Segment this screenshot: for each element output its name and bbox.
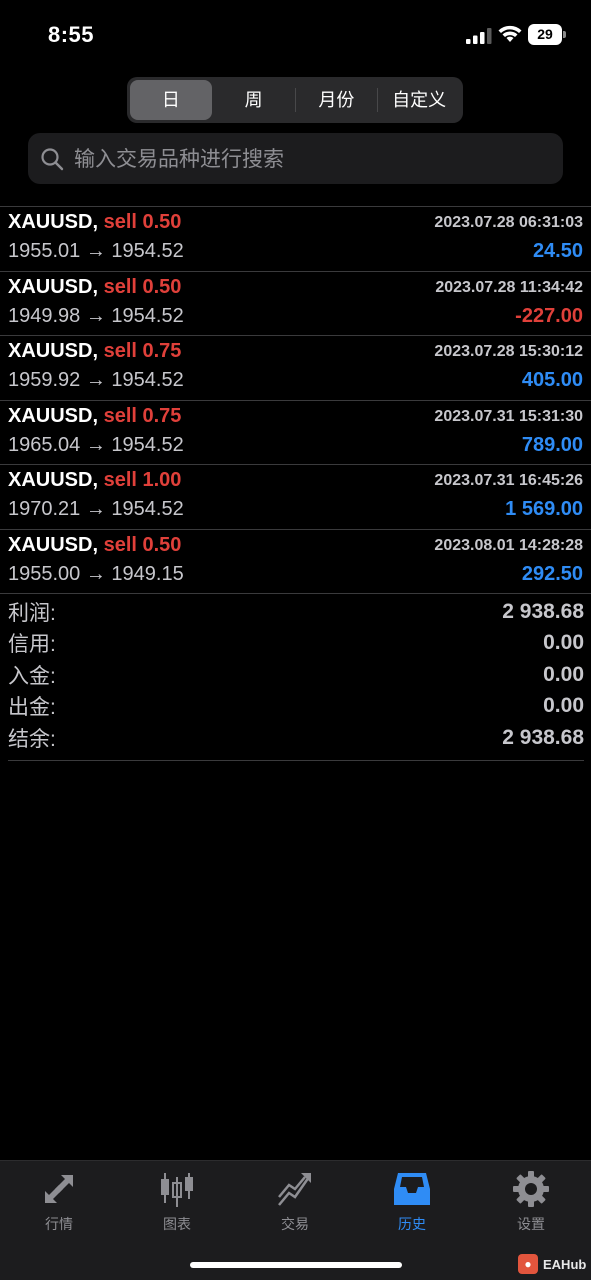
trade-side: sell <box>103 275 137 298</box>
trade-symbol: XAUUSD, <box>8 340 99 362</box>
summary-value: 2 938.68 <box>502 599 584 623</box>
gear-icon <box>513 1171 549 1207</box>
trade-title: XAUUSD, sell 0.50 <box>8 534 181 557</box>
trade-profit: -227.00 <box>515 304 583 327</box>
trade-title: XAUUSD, sell 0.75 <box>8 340 181 363</box>
trade-volume: 0.50 <box>142 533 182 556</box>
trade-volume: 0.50 <box>142 211 182 233</box>
period-segmented-control: 日 周 月份 自定义 <box>127 77 463 123</box>
battery-icon: 29 <box>528 24 566 45</box>
summary-label: 信用: <box>8 633 56 657</box>
history-inbox-icon <box>394 1173 430 1205</box>
account-summary: 利润: 2 938.68 信用: 0.00 入金: 0.00 出金: 0.00 … <box>8 596 584 761</box>
summary-label: 利润: <box>8 601 56 625</box>
status-time: 8:55 <box>48 22 95 47</box>
trade-profit: 405.00 <box>521 369 583 391</box>
summary-row-balance: 结余: 2 938.68 <box>8 722 584 754</box>
battery-cap <box>563 31 566 38</box>
summary-value: 2 938.68 <box>502 725 584 749</box>
tab-history[interactable]: 历史 <box>367 1169 457 1234</box>
summary-label: 入金: <box>8 664 56 688</box>
trade-chart-icon <box>278 1173 311 1206</box>
wifi-icon <box>498 25 522 42</box>
trade-profit: 24.50 <box>532 240 583 262</box>
trade-side: sell <box>103 211 137 233</box>
tab-settings[interactable]: 设置 <box>486 1169 576 1234</box>
tab-charts[interactable]: 图表 <box>132 1169 222 1234</box>
cellular-signal-icon <box>466 28 492 44</box>
period-tab-custom[interactable]: 自定义 <box>378 80 460 120</box>
trade-row[interactable]: XAUUSD, sell 0.50 2023.08.01 14:28:28 19… <box>0 530 591 594</box>
quotes-arrows-icon <box>45 1175 73 1203</box>
trade-datetime: 2023.08.01 14:28:28 <box>434 536 583 554</box>
trade-volume: 0.50 <box>142 275 182 298</box>
trade-side: sell <box>103 469 137 491</box>
trade-side: sell <box>103 533 137 556</box>
trade-title: XAUUSD, sell 0.75 <box>8 405 181 428</box>
trade-prices: 1949.98 → 1954.52 <box>8 304 184 327</box>
trade-volume: 1.00 <box>142 469 182 491</box>
trade-side: sell <box>103 340 137 362</box>
period-tab-month[interactable]: 月份 <box>296 80 378 120</box>
tab-label: 图表 <box>163 1217 191 1233</box>
summary-row-withdrawal: 出金: 0.00 <box>8 691 584 723</box>
tab-label: 设置 <box>517 1217 545 1233</box>
trade-row[interactable]: XAUUSD, sell 0.50 2023.07.28 11:34:42 19… <box>0 272 591 336</box>
search-icon <box>41 147 64 170</box>
trade-prices: 1959.92 → 1954.52 <box>8 369 184 391</box>
trade-symbol: XAUUSD, <box>8 275 99 298</box>
trade-symbol: XAUUSD, <box>8 404 99 427</box>
period-tab-week[interactable]: 周 <box>213 80 295 120</box>
battery-level: 29 <box>528 24 562 45</box>
summary-label: 结余: <box>8 727 56 751</box>
tab-label: 交易 <box>281 1217 309 1233</box>
summary-row-credit: 信用: 0.00 <box>8 628 584 660</box>
trade-volume: 0.75 <box>142 340 182 362</box>
period-tab-day[interactable]: 日 <box>130 80 212 120</box>
home-indicator[interactable] <box>190 1262 402 1268</box>
tab-label: 行情 <box>45 1217 73 1233</box>
watermark-text: EAHub <box>543 1256 587 1272</box>
trade-datetime: 2023.07.28 11:34:42 <box>435 278 583 296</box>
trade-row[interactable]: XAUUSD, sell 1.00 2023.07.31 16:45:26 19… <box>0 465 591 530</box>
tab-quotes[interactable]: 行情 <box>14 1169 104 1234</box>
trade-profit: 789.00 <box>521 433 583 456</box>
trade-datetime: 2023.07.28 06:31:03 <box>434 214 583 231</box>
summary-value: 0.00 <box>543 631 584 655</box>
trade-prices: 1955.00 → 1949.15 <box>8 562 184 585</box>
trade-profit: 1 569.00 <box>505 498 583 520</box>
trade-history-list: XAUUSD, sell 0.50 2023.07.28 06:31:03 19… <box>0 206 591 594</box>
candlestick-chart-icon <box>161 1173 193 1207</box>
trade-row[interactable]: XAUUSD, sell 0.75 2023.07.28 15:30:12 19… <box>0 336 591 401</box>
trade-row[interactable]: XAUUSD, sell 0.50 2023.07.28 06:31:03 19… <box>0 207 591 272</box>
summary-row-deposit: 入金: 0.00 <box>8 659 584 691</box>
trade-side: sell <box>103 404 137 427</box>
status-bar: 8:55 29 <box>0 0 591 70</box>
tab-trade[interactable]: 交易 <box>250 1169 340 1234</box>
search-input[interactable] <box>74 146 544 171</box>
trade-datetime: 2023.07.28 15:30:12 <box>434 343 583 360</box>
trade-row[interactable]: XAUUSD, sell 0.75 2023.07.31 15:31:30 19… <box>0 401 591 465</box>
watermark-logo-icon: ● <box>518 1254 538 1274</box>
trade-datetime: 2023.07.31 16:45:26 <box>434 472 583 489</box>
trade-title: XAUUSD, sell 0.50 <box>8 276 181 299</box>
summary-label: 出金: <box>8 696 56 720</box>
trade-prices: 1970.21 → 1954.52 <box>8 498 184 520</box>
trade-prices: 1965.04 → 1954.52 <box>8 433 184 456</box>
summary-value: 0.00 <box>543 694 584 718</box>
trade-prices: 1955.01 → 1954.52 <box>8 240 184 262</box>
trade-symbol: XAUUSD, <box>8 533 99 556</box>
summary-value: 0.00 <box>543 662 584 686</box>
trade-symbol: XAUUSD, <box>8 469 99 491</box>
search-bar[interactable] <box>28 133 563 184</box>
tab-label: 历史 <box>398 1217 426 1233</box>
trade-volume: 0.75 <box>142 404 182 427</box>
trade-title: XAUUSD, sell 0.50 <box>8 211 181 234</box>
trade-symbol: XAUUSD, <box>8 211 99 233</box>
watermark: ● EAHub <box>518 1254 586 1274</box>
trade-profit: 292.50 <box>521 562 583 585</box>
trade-datetime: 2023.07.31 15:31:30 <box>434 407 583 425</box>
trade-title: XAUUSD, sell 1.00 <box>8 469 181 492</box>
summary-row-profit: 利润: 2 938.68 <box>8 596 584 628</box>
